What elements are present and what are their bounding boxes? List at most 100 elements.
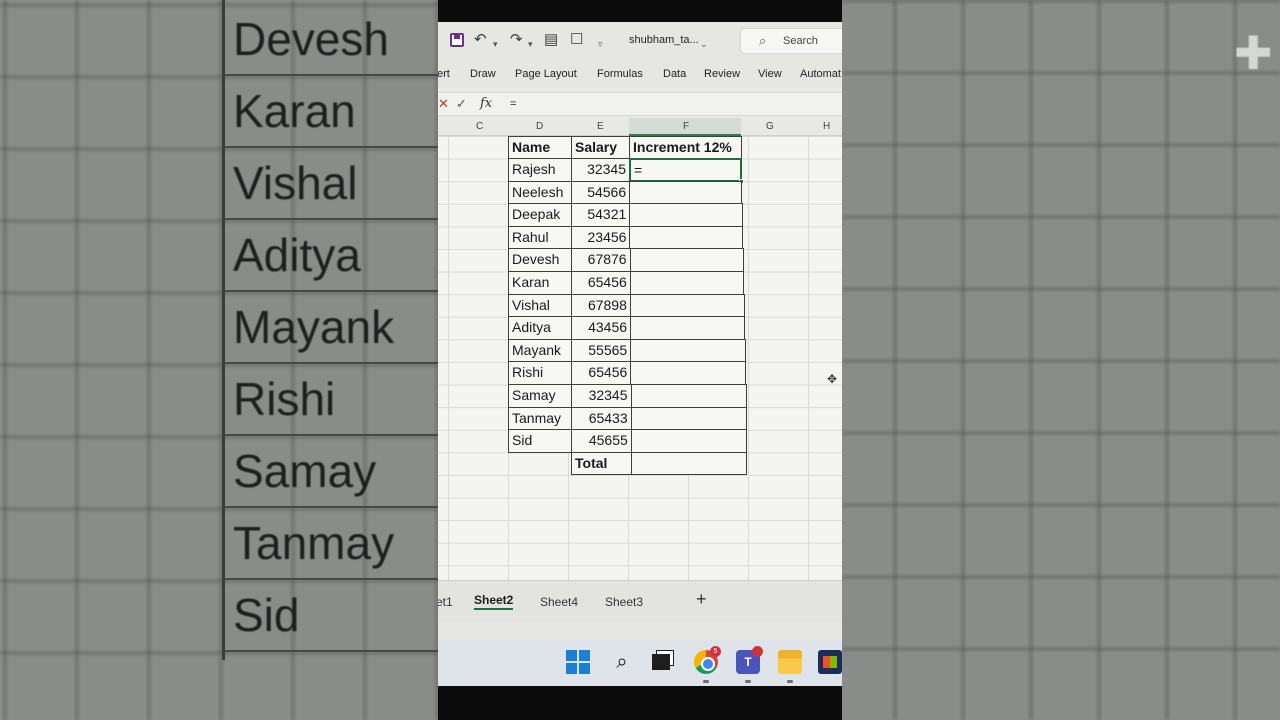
name-cell[interactable]: Rajesh xyxy=(508,158,572,182)
teams-icon[interactable]: T xyxy=(736,646,763,674)
name-cell[interactable]: Rishi xyxy=(508,361,572,385)
background-grid xyxy=(842,0,1280,720)
name-cell[interactable]: Tanmay xyxy=(508,406,572,431)
tab-page-layout[interactable]: Page Layout xyxy=(515,68,577,80)
salary-cell[interactable]: 32345 xyxy=(571,384,632,408)
chrome-icon[interactable]: 5 xyxy=(694,646,721,674)
worksheet-grid[interactable]: C D E F G H Name Salary Increment 12% Ra… xyxy=(438,118,842,580)
undo-icon[interactable]: ↶ xyxy=(474,31,487,49)
undo-dropdown-icon[interactable]: ▾ xyxy=(493,35,498,53)
increment-cell[interactable] xyxy=(629,180,743,205)
redo-icon[interactable]: ↷ xyxy=(510,31,523,49)
header-salary[interactable]: Salary xyxy=(571,136,630,159)
file-explorer-icon[interactable] xyxy=(778,650,802,674)
teams-running-indicator xyxy=(745,680,751,683)
phone-screen: ↶ ▾ ↷ ▾ ▤ ☐ ▿ shubham_ta... ⌄ ⌕ Search e… xyxy=(438,0,842,720)
move-cursor-icon: ✚ xyxy=(1234,27,1273,79)
tab-automate[interactable]: Automat xyxy=(800,68,841,80)
name-cell[interactable]: Neelesh xyxy=(508,180,572,205)
increment-cell[interactable] xyxy=(629,293,745,318)
background-row-divider xyxy=(225,290,438,292)
search-box[interactable]: ⌕ Search xyxy=(740,28,842,54)
name-cell[interactable]: Samay xyxy=(508,384,572,408)
increment-cell[interactable]: = xyxy=(629,158,742,182)
salary-cell[interactable]: 65456 xyxy=(571,271,631,295)
start-windows-icon[interactable] xyxy=(566,650,590,674)
column-header-f[interactable]: F xyxy=(683,121,689,132)
increment-cell[interactable] xyxy=(630,338,746,363)
increment-cell[interactable] xyxy=(630,361,747,385)
background-row-divider xyxy=(225,362,438,364)
increment-cell[interactable] xyxy=(630,406,747,431)
column-header-e[interactable]: E xyxy=(597,121,604,132)
column-header-g[interactable]: G xyxy=(766,121,774,132)
salary-cell[interactable]: 23456 xyxy=(571,225,631,250)
formula-input[interactable]: = xyxy=(510,98,516,110)
tab-insert[interactable]: ert xyxy=(438,68,450,80)
background-name-text: Karan xyxy=(233,85,356,137)
tab-draw[interactable]: Draw xyxy=(470,68,496,80)
customize-toolbar-icon[interactable]: ▿ xyxy=(598,35,603,53)
background-right-blur: ✚ xyxy=(842,0,1280,720)
background-name-text: Vishal xyxy=(233,157,358,209)
increment-cell[interactable] xyxy=(629,203,743,227)
tab-sheet3[interactable]: Sheet3 xyxy=(605,595,643,609)
filename-chevron-down-icon[interactable]: ⌄ xyxy=(700,35,708,53)
salary-cell[interactable]: 54566 xyxy=(571,180,631,205)
increment-cell[interactable] xyxy=(629,225,744,250)
tab-sheet2[interactable]: Sheet2 xyxy=(474,593,514,610)
salary-cell[interactable]: 67898 xyxy=(571,293,631,318)
save-icon[interactable] xyxy=(450,33,464,47)
total-value-cell[interactable] xyxy=(631,451,747,476)
increment-cell[interactable] xyxy=(630,384,747,408)
name-cell[interactable]: Deepak xyxy=(508,203,572,227)
insert-function-icon[interactable]: fx xyxy=(480,96,492,111)
windows-taskbar: ⌕ 5 T xyxy=(438,640,842,686)
salary-cell[interactable]: 65433 xyxy=(571,406,632,431)
increment-cell[interactable] xyxy=(629,248,744,272)
salary-cell[interactable]: 54321 xyxy=(571,203,631,227)
increment-cell[interactable] xyxy=(629,271,745,295)
salary-cell[interactable]: 67876 xyxy=(571,248,631,272)
form-icon[interactable]: ▤ xyxy=(544,31,558,49)
enter-formula-icon[interactable]: ✓ xyxy=(456,96,467,112)
background-row-divider xyxy=(225,434,438,436)
tab-view[interactable]: View xyxy=(758,68,782,80)
add-sheet-button[interactable]: + xyxy=(696,589,707,610)
title-bar: ↶ ▾ ↷ ▾ ▤ ☐ ▿ shubham_ta... ⌄ ⌕ Search xyxy=(438,22,842,62)
salary-cell[interactable]: 45655 xyxy=(571,429,632,453)
redo-dropdown-icon[interactable]: ▾ xyxy=(528,35,533,53)
column-header-d[interactable]: D xyxy=(536,121,543,132)
total-label-cell[interactable]: Total xyxy=(571,451,632,476)
name-cell[interactable]: Rahul xyxy=(508,225,572,250)
salary-cell[interactable]: 55565 xyxy=(571,338,632,363)
name-cell[interactable]: Vishal xyxy=(508,293,572,318)
increment-cell[interactable] xyxy=(630,316,746,340)
top-bezel xyxy=(438,0,842,22)
column-header-h[interactable]: H xyxy=(823,121,830,132)
file-name[interactable]: shubham_ta... xyxy=(629,34,699,46)
name-cell[interactable]: Aditya xyxy=(508,316,572,340)
touch-mode-icon[interactable]: ☐ xyxy=(570,31,583,49)
name-cell[interactable]: Mayank xyxy=(508,338,572,363)
tab-formulas[interactable]: Formulas xyxy=(597,68,643,80)
microsoft-store-icon[interactable] xyxy=(818,650,842,674)
tab-sheet4[interactable]: Sheet4 xyxy=(540,595,578,609)
column-header-c[interactable]: C xyxy=(476,121,483,132)
header-name[interactable]: Name xyxy=(508,136,572,159)
tab-sheet1[interactable]: et1 xyxy=(438,595,453,609)
tab-review[interactable]: Review xyxy=(704,68,740,80)
increment-cell[interactable] xyxy=(630,429,748,453)
name-cell[interactable]: Devesh xyxy=(508,248,572,272)
background-name-text: Devesh xyxy=(233,13,389,65)
name-cell[interactable]: Sid xyxy=(508,429,572,453)
salary-cell[interactable]: 32345 xyxy=(571,158,630,182)
taskbar-search-icon[interactable]: ⌕ xyxy=(610,650,634,674)
cancel-formula-icon[interactable]: ✕ xyxy=(438,96,449,112)
task-view-icon[interactable] xyxy=(652,654,670,670)
tab-data[interactable]: Data xyxy=(663,68,686,80)
salary-cell[interactable]: 43456 xyxy=(571,316,632,340)
name-cell[interactable]: Karan xyxy=(508,271,572,295)
salary-cell[interactable]: 65456 xyxy=(571,361,632,385)
header-increment[interactable]: Increment 12% xyxy=(629,136,742,159)
